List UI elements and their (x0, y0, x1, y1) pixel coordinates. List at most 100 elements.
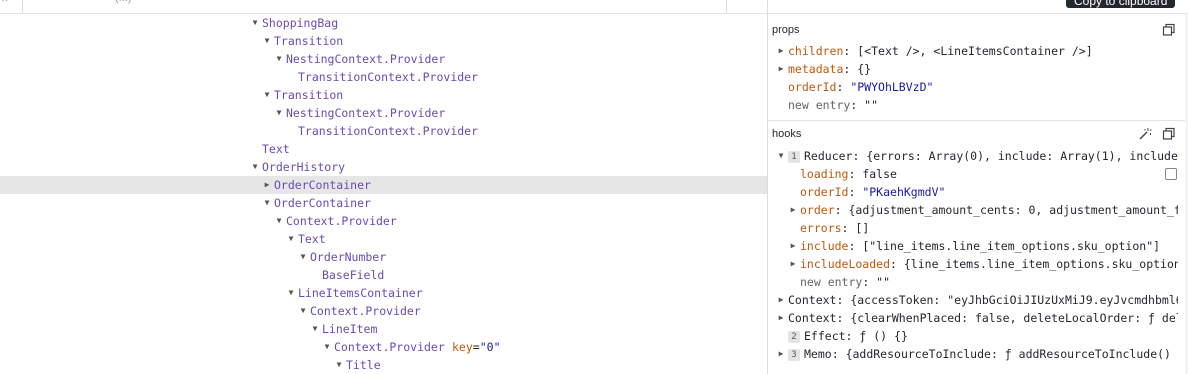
component-name[interactable]: NestingContext.Provider (286, 50, 445, 68)
hook-value[interactable]: [] (855, 221, 869, 235)
collapse-arrow-icon[interactable]: ▼ (322, 338, 332, 356)
expand-arrow-icon[interactable]: ▶ (776, 42, 786, 60)
hook-value[interactable]: false (862, 167, 897, 181)
component-name[interactable]: Transition (274, 86, 343, 104)
collapse-arrow-icon[interactable]: ▼ (286, 230, 296, 248)
tree-row[interactable]: ▼ Context.Provider key="0" (0, 338, 767, 356)
component-name[interactable]: LineItem (322, 320, 377, 338)
loading-checkbox[interactable] (1165, 168, 1177, 180)
copy-props-icon[interactable] (1162, 23, 1176, 37)
prop-row[interactable]: orderId: "PWYOhLBVzD" (776, 78, 1176, 96)
expand-arrow-icon[interactable]: ▶ (788, 255, 798, 273)
hook-key[interactable]: Memo (804, 347, 832, 361)
hook-value[interactable]: {line_items.line_item_options.sku_option… (904, 257, 1178, 271)
hook-key[interactable]: order (800, 203, 835, 217)
collapse-arrow-icon[interactable]: ▼ (286, 284, 296, 302)
component-name[interactable]: OrderHistory (262, 158, 345, 176)
hook-value[interactable]: "" (876, 275, 890, 289)
hook-value[interactable]: {clearWhenPlaced: false, deleteLocalOrde… (850, 311, 1178, 325)
collapse-arrow-icon[interactable]: ▼ (274, 212, 284, 230)
hook-value[interactable]: ƒ () {} (859, 329, 907, 343)
hook-key[interactable]: Context (788, 311, 836, 325)
hook-value[interactable]: {accessToken: "eyJhbGciOiJIUzUxMiJ9.eyJv… (850, 293, 1178, 307)
hook-row[interactable]: ▶ Context: {clearWhenPlaced: false, delet… (776, 309, 1178, 327)
hook-value[interactable]: ["line_items.line_item_options.sku_optio… (862, 239, 1160, 253)
hook-value[interactable]: "PKaehKgmdV" (862, 185, 945, 199)
collapse-arrow-icon[interactable]: ▼ (250, 158, 260, 176)
tree-row[interactable]: ▼ NestingContext.Provider (0, 104, 767, 122)
tree-row[interactable]: TransitionContext.Provider (0, 122, 767, 140)
tree-row[interactable]: ▼ LineItemsContainer (0, 284, 767, 302)
hook-row[interactable]: ▼ 1 Reducer: {errors: Array(0), include: A… (776, 147, 1178, 165)
prop-value[interactable]: [<Text />, <LineItemsContainer />] (857, 44, 1092, 58)
hook-row[interactable]: 2 Effect: ƒ () {} (776, 327, 1178, 345)
hook-key[interactable]: new entry (800, 275, 862, 289)
collapse-arrow-icon[interactable]: ▼ (262, 32, 272, 50)
search-input[interactable]: (...) (115, 0, 132, 4)
hook-row[interactable]: orderId: "PKaehKgmdV" (788, 183, 1178, 201)
prop-key[interactable]: children (788, 44, 843, 58)
tree-row[interactable]: TransitionContext.Provider (0, 68, 767, 86)
hook-key[interactable]: include (800, 239, 848, 253)
expand-arrow-icon[interactable]: ▶ (776, 309, 786, 327)
component-name[interactable]: Title (346, 356, 381, 374)
copy-hooks-icon[interactable] (1162, 127, 1176, 141)
collapse-arrow-icon[interactable]: ▼ (310, 320, 320, 338)
component-name[interactable]: Transition (274, 32, 343, 50)
prop-row[interactable]: ▶ children: [<Text />, <LineItemsContaine… (776, 42, 1176, 60)
hook-row[interactable]: ▶ 3 Memo: {addResourceToInclude: ƒ addReso… (776, 345, 1178, 363)
component-name[interactable]: TransitionContext.Provider (298, 122, 478, 140)
collapse-arrow-icon[interactable]: ▼ (776, 147, 786, 165)
prop-value[interactable]: "PWYOhLBVzD" (850, 80, 933, 94)
component-name[interactable]: LineItemsContainer (298, 284, 423, 302)
tree-row[interactable]: Text (0, 140, 767, 158)
component-name[interactable]: OrderNumber (310, 248, 386, 266)
component-name[interactable]: NestingContext.Provider (286, 104, 445, 122)
tree-row[interactable]: ▼ Text (0, 230, 767, 248)
tree-row[interactable]: ▼ OrderContainer (0, 194, 767, 212)
tree-row[interactable]: ▶ OrderContainer (0, 176, 767, 194)
expand-arrow-icon[interactable]: ▶ (788, 237, 798, 255)
hook-row[interactable]: ▶ order: {adjustment_amount_cents: 0, adj… (788, 201, 1178, 219)
component-name[interactable]: OrderContainer (274, 176, 371, 194)
tree-row[interactable]: ▼ ShoppingBag (0, 14, 767, 32)
hook-key[interactable]: loading (800, 167, 848, 181)
tree-row[interactable]: ▼ OrderHistory (0, 158, 767, 176)
prop-row[interactable]: new entry: "" (776, 96, 1176, 114)
hook-key[interactable]: orderId (800, 185, 848, 199)
expand-arrow-icon[interactable]: ▶ (776, 345, 786, 363)
collapse-arrow-icon[interactable]: ▼ (298, 248, 308, 266)
magic-wand-icon[interactable] (1138, 127, 1152, 141)
hook-key[interactable]: Effect (804, 329, 846, 343)
component-name[interactable]: Text (262, 140, 290, 158)
hook-row[interactable]: new entry: "" (788, 273, 1178, 291)
tree-row[interactable]: ▼ NestingContext.Provider (0, 50, 767, 68)
collapse-arrow-icon[interactable]: ▼ (262, 194, 272, 212)
tree-row[interactable]: ▼ Context.Provider (0, 302, 767, 320)
tree-row[interactable]: BaseField (0, 266, 767, 284)
component-name[interactable]: Context.Provider (334, 338, 445, 356)
tree-row[interactable]: ▼ Transition (0, 86, 767, 104)
hook-key[interactable]: Reducer (804, 149, 852, 163)
prop-row[interactable]: ▶ metadata: {} (776, 60, 1176, 78)
hook-key[interactable]: includeLoaded (800, 257, 890, 271)
component-name[interactable]: Context.Provider (310, 302, 421, 320)
collapse-arrow-icon[interactable]: ▼ (274, 50, 284, 68)
component-name[interactable]: BaseField (322, 266, 384, 284)
collapse-arrow-icon[interactable]: ▼ (250, 14, 260, 32)
tree-row[interactable]: ▼ Transition (0, 32, 767, 50)
collapse-arrow-icon[interactable]: ▼ (262, 86, 272, 104)
prop-key[interactable]: new entry (788, 98, 850, 112)
prop-value[interactable]: "" (864, 98, 878, 112)
expand-arrow-icon[interactable]: ▶ (788, 201, 798, 219)
hook-row[interactable]: ▶ includeLoaded: {line_items.line_item_op… (788, 255, 1178, 273)
tree-row[interactable]: ▼ OrderNumber (0, 248, 767, 266)
expand-arrow-icon[interactable]: ▶ (262, 176, 272, 194)
component-name[interactable]: TransitionContext.Provider (298, 68, 478, 86)
prop-key[interactable]: orderId (788, 80, 836, 94)
hook-row[interactable]: loading: false (788, 165, 1178, 183)
component-name[interactable]: Context.Provider (286, 212, 397, 230)
component-name[interactable]: OrderContainer (274, 194, 371, 212)
hook-value[interactable]: {errors: Array(0), include: Array(1), in… (866, 149, 1178, 163)
hook-row[interactable]: errors: [] (788, 219, 1178, 237)
